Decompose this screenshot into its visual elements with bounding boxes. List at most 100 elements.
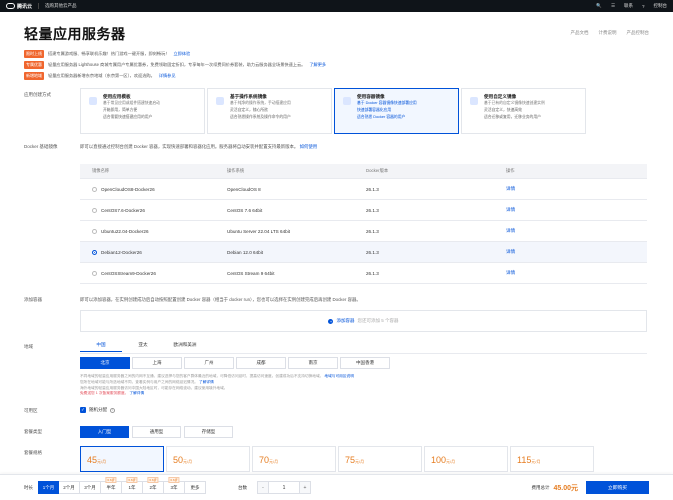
pkgtype-entry[interactable]: 入门型: [80, 426, 129, 438]
region-note-promo: 免费送您 1 次备案服务额度。: [80, 391, 128, 395]
image-version: 26.1.3: [366, 229, 506, 234]
increment-button[interactable]: +: [299, 481, 311, 494]
table-row[interactable]: OpenCloudOS8-Docker26 OpenCloudOS 8 26.1…: [80, 179, 647, 200]
duration-3m[interactable]: 3个月: [80, 481, 101, 494]
tab-europe-americas[interactable]: 欧洲和美洲: [164, 342, 206, 352]
table-row[interactable]: CentOS7.6-Docker26 CentOS 7.6 64bit 26.1…: [80, 200, 647, 221]
search-icon[interactable]: 🔍: [596, 3, 602, 9]
method-card-container[interactable]: 使用容器镜像 基于 Docker 容器镜像快速部署应用 快速部署容器化应用 适合…: [334, 88, 459, 134]
table-row[interactable]: CentOSStream9-Docker26 CentOS Stream 9 6…: [80, 263, 647, 284]
details-link[interactable]: 详情: [506, 249, 647, 255]
duration-6m[interactable]: 6.6折半年: [101, 481, 122, 494]
city-selector: 北京 上海 广州 成都 南京 中国香港: [80, 357, 390, 369]
notice-text: 轻量应用服务器新增东京地域（东京第一区），欢迎选购。: [48, 73, 155, 79]
os-image-icon: [216, 97, 224, 105]
table-row-selected[interactable]: Debian12-Docker26 Debian 12.0 64bit 26.1…: [80, 242, 647, 263]
table-header: 镜像名称 操作系统 Docker版本 操作: [80, 164, 647, 179]
package-card[interactable]: 50元/月: [166, 446, 250, 472]
add-container-button[interactable]: + 添加容器 您还可添加 5 个容器: [80, 310, 647, 332]
doc-links: 产品文档 计费说明 产品控制台: [571, 30, 650, 36]
decrement-button[interactable]: -: [257, 481, 269, 494]
menu-icon[interactable]: ☰: [611, 3, 615, 9]
method-point: 适合迁移或复用，迁移业务的用户: [484, 115, 579, 120]
image-os: Ubuntu Server 22.04 LTS 64bit: [227, 229, 366, 234]
city-hongkong[interactable]: 中国香港: [340, 357, 390, 369]
info-icon[interactable]: i: [110, 408, 115, 413]
quantity-value[interactable]: 1: [269, 481, 299, 494]
details-link[interactable]: 详情: [506, 270, 647, 276]
price-unit: 元/月: [531, 459, 540, 464]
pkgtype-general[interactable]: 通用型: [132, 426, 181, 438]
notice-link[interactable]: 了解更多: [309, 62, 326, 68]
details-link[interactable]: 详情: [506, 186, 647, 192]
duration-2m[interactable]: 2个月: [59, 481, 80, 494]
duration-label: 时长: [24, 485, 33, 491]
col-header-version: Docker版本: [366, 168, 506, 174]
docker-help-link[interactable]: 如何使用: [300, 144, 318, 149]
method-title: 基于操作系统镜像: [230, 94, 325, 100]
help-icon[interactable]: ?: [642, 4, 645, 9]
zone-random-option[interactable]: ✓ 随机分配 i: [80, 407, 115, 413]
method-card-os[interactable]: 基于操作系统镜像 基于纯净的操作系统，手动搭建应用 灵活自定义，随心所欲 适合熟…: [207, 88, 332, 134]
details-link[interactable]: 详情: [506, 228, 647, 234]
image-os: Debian 12.0 64bit: [227, 250, 366, 255]
row-radio-selected[interactable]: [92, 250, 97, 255]
billing-link[interactable]: 计费说明: [599, 30, 617, 36]
duration-text: 3年: [170, 485, 177, 491]
package-card-selected[interactable]: 45元/月: [80, 446, 164, 472]
duration-more[interactable]: 更多: [185, 481, 206, 494]
duration-2y[interactable]: 6.6折2年: [143, 481, 164, 494]
row-radio[interactable]: [92, 229, 97, 234]
col-header-name: 镜像名称: [80, 168, 227, 174]
package-type-selector: 入门型 通用型 存储型: [80, 426, 233, 438]
city-guangzhou[interactable]: 广州: [184, 357, 234, 369]
table-row[interactable]: Ubuntu22.04-Docker26 Ubuntu Server 22.04…: [80, 221, 647, 242]
row-radio[interactable]: [92, 271, 97, 276]
package-price: 100: [431, 455, 446, 465]
doc-link[interactable]: 产品文档: [571, 30, 589, 36]
region-note-link[interactable]: 了解详情: [129, 391, 144, 395]
city-beijing[interactable]: 北京: [80, 357, 130, 369]
duration-text: 2个月: [63, 485, 75, 491]
duration-selector: 1个月 2个月 3个月 6.6折半年 6.6折1年 6.6折2年 6.6折3年 …: [38, 481, 206, 494]
package-price: 45: [87, 455, 97, 465]
region-note-link[interactable]: 地域与可用区说明: [324, 374, 354, 378]
package-card[interactable]: 75元/月: [338, 446, 422, 472]
method-card-template[interactable]: 使用应用模板 基于常见应用或组件搭建快速启动 开箱即用，简单方便 适合需要快速搭…: [80, 88, 205, 134]
package-card[interactable]: 100元/月: [424, 446, 508, 472]
tab-china[interactable]: 中国: [80, 342, 122, 352]
checkbox-checked-icon[interactable]: ✓: [80, 407, 86, 413]
method-subtitle: 基于 Docker 容器镜像快速部署应用: [357, 101, 452, 106]
notice-tag: 新增地域: [24, 72, 44, 80]
method-card-custom[interactable]: 使用自定义镜像 基于已有的自定义镜像快速创建实例 灵活自定义，快速高效 适合迁移…: [461, 88, 586, 134]
duration-3y[interactable]: 6.6折3年: [164, 481, 185, 494]
city-chengdu[interactable]: 成都: [236, 357, 286, 369]
method-label: 应用创建方式: [24, 92, 51, 98]
package-card[interactable]: 115元/月: [510, 446, 594, 472]
notice-link[interactable]: 立即体验: [173, 51, 190, 57]
pkgtype-storage[interactable]: 存储型: [184, 426, 233, 438]
contact-link[interactable]: 联系: [624, 3, 633, 9]
duration-1m[interactable]: 1个月: [38, 481, 59, 494]
city-nanjing[interactable]: 南京: [288, 357, 338, 369]
details-link[interactable]: 详情: [506, 207, 647, 213]
row-radio[interactable]: [92, 187, 97, 192]
tab-asia-pacific[interactable]: 亚太: [122, 342, 164, 352]
city-shanghai[interactable]: 上海: [132, 357, 182, 369]
console-link[interactable]: 控制台: [654, 3, 668, 9]
notice-link[interactable]: 详情参见: [159, 73, 176, 79]
buy-now-button[interactable]: 立即购买: [586, 481, 649, 494]
row-radio[interactable]: [92, 208, 97, 213]
package-card[interactable]: 70元/月: [252, 446, 336, 472]
region-note: 海外地域的轻量应用服务器访问中国大陆地区时，可能存在网络波动，建议使用境外地域。: [80, 386, 228, 390]
console-product-link[interactable]: 产品控制台: [627, 30, 650, 36]
region-note: 不同地域的轻量应用服务器之间的内网不互通，建议选择与您的客户群体最近的地域，可降…: [80, 374, 323, 378]
brand-logo[interactable]: 腾讯云: [6, 3, 32, 10]
duration-1y[interactable]: 6.6折1年: [122, 481, 143, 494]
region-note-link[interactable]: 了解详情: [199, 380, 214, 384]
image-version: 26.1.3: [366, 271, 506, 276]
method-subtitle: 基于纯净的操作系统，手动搭建应用: [230, 101, 325, 106]
product-menu[interactable]: 选购其他云产品: [45, 3, 77, 9]
duration-text: 更多: [191, 485, 200, 491]
zone-random-label: 随机分配: [89, 407, 107, 413]
